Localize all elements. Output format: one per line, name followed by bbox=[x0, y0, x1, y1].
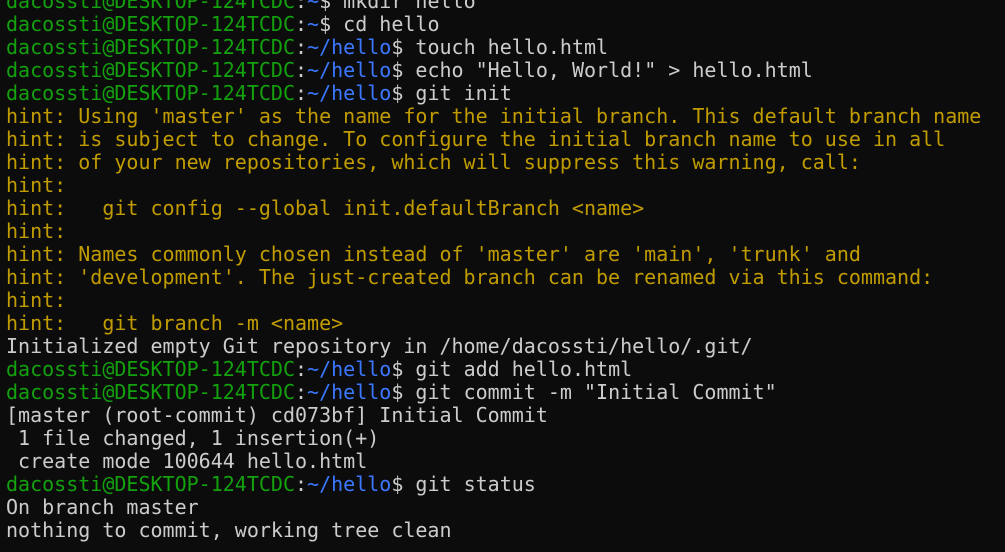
prompt-path: ~/hello bbox=[307, 81, 392, 105]
prompt-line: dacossti@DESKTOP-124TCDC:~/hello$ git co… bbox=[6, 381, 1005, 404]
prompt-symbol: $ bbox=[391, 81, 416, 105]
prompt-user: dacossti@DESKTOP-124TCDC bbox=[6, 472, 295, 496]
prompt-user: dacossti@DESKTOP-124TCDC bbox=[6, 357, 295, 381]
hint-text: hint: is subject to change. To configure… bbox=[6, 127, 946, 151]
hint-text: hint: bbox=[6, 288, 67, 312]
prompt-line: dacossti@DESKTOP-124TCDC:~/hello$ git in… bbox=[6, 82, 1005, 105]
output-text: nothing to commit, working tree clean bbox=[6, 518, 452, 542]
hint-line: hint: bbox=[6, 289, 1005, 312]
prompt-symbol: $ bbox=[319, 12, 344, 36]
hint-line: hint: 'development'. The just-created br… bbox=[6, 266, 1005, 289]
prompt-symbol: $ bbox=[391, 58, 416, 82]
prompt-line: dacossti@DESKTOP-124TCDC:~/hello$ git ad… bbox=[6, 358, 1005, 381]
prompt-path: ~/hello bbox=[307, 472, 392, 496]
command-text: echo "Hello, World!" > hello.html bbox=[415, 58, 813, 82]
prompt-separator: : bbox=[294, 357, 308, 381]
hint-line: hint: Using 'master' as the name for the… bbox=[6, 105, 1005, 128]
prompt-line: dacossti@DESKTOP-124TCDC:~/hello$ touch … bbox=[6, 36, 1005, 59]
prompt-path: ~/hello bbox=[307, 357, 392, 381]
output-text: On branch master bbox=[6, 495, 199, 519]
hint-text: hint: of your new repositories, which wi… bbox=[6, 150, 861, 174]
command-text: touch hello.html bbox=[415, 35, 609, 59]
hint-text: hint: 'development'. The just-created br… bbox=[6, 265, 934, 289]
hint-line: hint: git branch -m <name> bbox=[6, 312, 1005, 335]
prompt-path: ~ bbox=[307, 12, 320, 36]
output-line: 1 file changed, 1 insertion(+) bbox=[6, 427, 1005, 450]
prompt-user: dacossti@DESKTOP-124TCDC bbox=[6, 35, 295, 59]
hint-text: hint: git branch -m <name> bbox=[6, 311, 344, 335]
hint-line: hint: bbox=[6, 220, 1005, 243]
prompt-symbol: $ bbox=[391, 472, 416, 496]
command-text: cd hello bbox=[343, 12, 440, 36]
prompt-separator: : bbox=[294, 35, 308, 59]
prompt-user: dacossti@DESKTOP-124TCDC bbox=[6, 12, 295, 36]
prompt-separator: : bbox=[294, 472, 308, 496]
hint-text: hint: git config --global init.defaultBr… bbox=[6, 196, 645, 220]
output-line: Initialized empty Git repository in /hom… bbox=[6, 335, 1005, 358]
prompt-separator: : bbox=[294, 81, 308, 105]
output-line: [master (root-commit) cd073bf] Initial C… bbox=[6, 404, 1005, 427]
terminal-output: dacossti@DESKTOP-124TCDC:~$ mkdir hello d… bbox=[6, 0, 1005, 542]
hint-line: hint: of your new repositories, which wi… bbox=[6, 151, 1005, 174]
output-text: [master (root-commit) cd073bf] Initial C… bbox=[6, 403, 548, 427]
output-line: create mode 100644 hello.html bbox=[6, 450, 1005, 473]
output-text: 1 file changed, 1 insertion(+) bbox=[6, 426, 380, 450]
prompt-line: dacossti@DESKTOP-124TCDC:~/hello$ echo "… bbox=[6, 59, 1005, 82]
prompt-symbol: $ bbox=[391, 35, 416, 59]
hint-line: hint: bbox=[6, 174, 1005, 197]
prompt-path: ~/hello bbox=[307, 58, 392, 82]
prompt-separator: : bbox=[294, 380, 308, 404]
prompt-user: dacossti@DESKTOP-124TCDC bbox=[6, 81, 295, 105]
prompt-symbol: $ bbox=[391, 380, 416, 404]
output-line: On branch master bbox=[6, 496, 1005, 519]
prompt-path: ~/hello bbox=[307, 35, 392, 59]
output-text: create mode 100644 hello.html bbox=[6, 449, 368, 473]
prompt-separator: : bbox=[294, 12, 308, 36]
prompt-user: dacossti@DESKTOP-124TCDC bbox=[6, 380, 295, 404]
command-text: git add hello.html bbox=[415, 357, 633, 381]
output-line: nothing to commit, working tree clean bbox=[6, 519, 1005, 542]
hint-text: hint: Names commonly chosen instead of '… bbox=[6, 242, 861, 266]
prompt-line: dacossti@DESKTOP-124TCDC:~$ cd hello bbox=[6, 13, 1005, 36]
prompt-line: dacossti@DESKTOP-124TCDC:~/hello$ git st… bbox=[6, 473, 1005, 496]
hint-line: hint: is subject to change. To configure… bbox=[6, 128, 1005, 151]
prompt-path: ~/hello bbox=[307, 380, 392, 404]
output-text: Initialized empty Git repository in /hom… bbox=[6, 334, 753, 358]
hint-line: hint: git config --global init.defaultBr… bbox=[6, 197, 1005, 220]
terminal-window[interactable]: dacossti@DESKTOP-124TCDC:~$ mkdir hello d… bbox=[0, 0, 1005, 552]
hint-line: hint: Names commonly chosen instead of '… bbox=[6, 243, 1005, 266]
hint-text: hint: bbox=[6, 219, 67, 243]
command-text: git status bbox=[415, 472, 536, 496]
hint-text: hint: Using 'master' as the name for the… bbox=[6, 104, 982, 128]
prompt-user: dacossti@DESKTOP-124TCDC bbox=[6, 58, 295, 82]
command-text: git commit -m "Initial Commit" bbox=[415, 380, 777, 404]
prompt-separator: : bbox=[294, 58, 308, 82]
hint-text: hint: bbox=[6, 173, 67, 197]
prompt-symbol: $ bbox=[391, 357, 416, 381]
command-text: git init bbox=[415, 81, 512, 105]
